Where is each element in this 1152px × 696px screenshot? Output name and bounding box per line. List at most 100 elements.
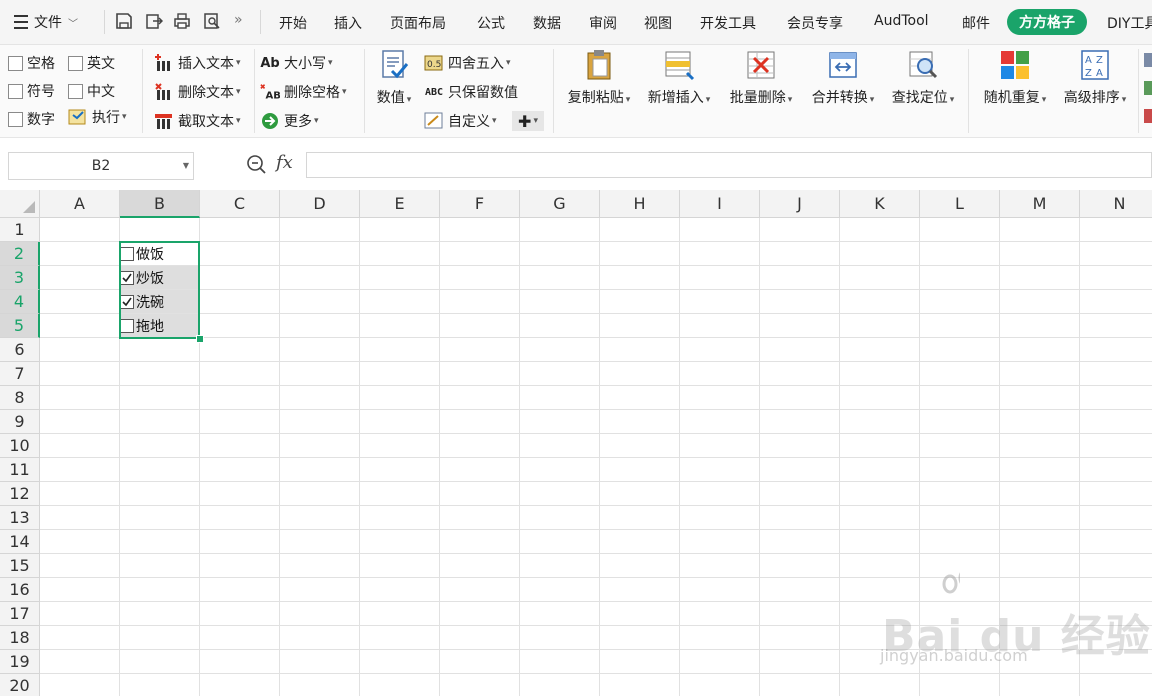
export-icon[interactable] <box>144 11 164 31</box>
advanced-sort-button[interactable]: AZZA 高级排序 ▾ <box>1058 49 1132 107</box>
column-header-j[interactable]: J <box>760 190 840 218</box>
custom-button[interactable]: 自定义 ▾ <box>424 111 497 131</box>
column-header-h[interactable]: H <box>600 190 680 218</box>
column-header-i[interactable]: I <box>680 190 760 218</box>
tab-view[interactable]: 视图 <box>644 13 672 33</box>
extract-text-button[interactable]: 截取文本 ▾ <box>154 111 241 131</box>
case-icon: Ab <box>260 55 280 71</box>
column-header-l[interactable]: L <box>920 190 1000 218</box>
task-checkbox[interactable] <box>120 294 134 309</box>
print-preview-icon[interactable] <box>202 11 222 31</box>
row-header[interactable]: 19 <box>0 650 40 674</box>
gridline <box>40 577 1152 578</box>
row-header[interactable]: 12 <box>0 482 40 506</box>
more-quick-access-icon[interactable]: » <box>234 12 243 28</box>
row-header[interactable]: 4 <box>0 290 40 314</box>
tab-audtool[interactable]: AudTool <box>874 13 929 29</box>
zoom-search-icon[interactable] <box>246 154 266 178</box>
checkbox-chinese[interactable]: 中文 <box>68 81 115 101</box>
copy-paste-button[interactable]: 复制粘贴 ▾ <box>562 49 636 107</box>
row-header[interactable]: 13 <box>0 506 40 530</box>
round-button[interactable]: 0.5 四舍五入 ▾ <box>424 53 511 73</box>
random-grid-icon <box>999 49 1031 81</box>
tab-diy-tools[interactable]: DIY工具 <box>1107 13 1152 33</box>
value-button[interactable]: 数值 ▾ <box>372 49 416 107</box>
column-header-f[interactable]: F <box>440 190 520 218</box>
tab-formulas[interactable]: 公式 <box>477 13 505 33</box>
tab-data[interactable]: 数据 <box>533 13 561 33</box>
select-all-corner[interactable] <box>0 190 40 218</box>
row-header[interactable]: 16 <box>0 578 40 602</box>
tab-developer[interactable]: 开发工具 <box>700 13 756 33</box>
column-header-d[interactable]: D <box>280 190 360 218</box>
random-repeat-button[interactable]: 随机重复 ▾ <box>978 49 1052 107</box>
keep-values-button[interactable]: ABC 只保留数值 <box>424 82 518 102</box>
row-header[interactable]: 20 <box>0 674 40 696</box>
delete-text-button[interactable]: 删除文本 ▾ <box>154 82 241 102</box>
column-header-e[interactable]: E <box>360 190 440 218</box>
tab-mail[interactable]: 邮件 <box>962 13 990 33</box>
tab-page-layout[interactable]: 页面布局 <box>390 13 446 33</box>
checkbox-english[interactable]: 英文 <box>68 53 115 73</box>
batch-delete-button[interactable]: 批量删除 ▾ <box>722 49 800 107</box>
task-cell[interactable]: 洗碗 <box>120 290 199 313</box>
row-header[interactable]: 10 <box>0 434 40 458</box>
row-header[interactable]: 8 <box>0 386 40 410</box>
row-header[interactable]: 9 <box>0 410 40 434</box>
new-insert-button[interactable]: 新增插入 ▾ <box>642 49 716 107</box>
tab-home[interactable]: 开始 <box>279 13 307 33</box>
row-header[interactable]: 15 <box>0 554 40 578</box>
column-header-k[interactable]: K <box>840 190 920 218</box>
gridline <box>40 505 1152 506</box>
checkbox-number[interactable]: 数字 <box>8 109 55 129</box>
save-icon[interactable] <box>114 11 134 31</box>
tab-fangfang-gezi[interactable]: 方方格子 <box>1007 9 1087 35</box>
row-header[interactable]: 5 <box>0 314 40 338</box>
remove-spaces-button[interactable]: AB 删除空格 ▾ <box>260 82 347 102</box>
remove-spaces-icon: AB <box>260 82 280 102</box>
task-checkbox[interactable] <box>120 270 134 285</box>
column-header-m[interactable]: M <box>1000 190 1080 218</box>
row-header[interactable]: 14 <box>0 530 40 554</box>
print-icon[interactable] <box>172 11 192 31</box>
checkbox-icon <box>8 55 23 71</box>
find-locate-button[interactable]: 查找定位 ▾ <box>886 49 960 107</box>
tab-member[interactable]: 会员专享 <box>787 13 843 33</box>
name-box[interactable]: B2 ▼ <box>8 152 194 180</box>
new-insert-label: 新增插入 <box>647 90 704 106</box>
column-header-b[interactable]: B <box>120 190 200 218</box>
checkbox-space[interactable]: 空格 <box>8 53 55 73</box>
checkbox-symbol[interactable]: 符号 <box>8 81 55 101</box>
row-header[interactable]: 3 <box>0 266 40 290</box>
row-header[interactable]: 6 <box>0 338 40 362</box>
insert-text-button[interactable]: 插入文本 ▾ <box>154 53 241 73</box>
case-button[interactable]: Ab 大小写 ▾ <box>260 53 332 73</box>
checkbox-icon <box>8 111 23 127</box>
add-button[interactable]: ✚ ▾ <box>512 111 544 131</box>
task-checkbox[interactable] <box>120 318 134 333</box>
row-header[interactable]: 7 <box>0 362 40 386</box>
row-header[interactable]: 17 <box>0 602 40 626</box>
fill-handle[interactable] <box>196 335 204 343</box>
row-header[interactable]: 1 <box>0 218 40 242</box>
row-header[interactable]: 18 <box>0 626 40 650</box>
function-icon[interactable]: fx <box>276 152 293 173</box>
file-menu[interactable]: 文件 ﹀ <box>14 12 78 32</box>
row-header[interactable]: 11 <box>0 458 40 482</box>
column-header-c[interactable]: C <box>200 190 280 218</box>
execute-button[interactable]: 执行 ▾ <box>68 107 127 127</box>
column-header-g[interactable]: G <box>520 190 600 218</box>
task-cell[interactable]: 做饭 <box>120 242 199 265</box>
task-cell[interactable]: 拖地 <box>120 314 199 337</box>
tab-review[interactable]: 审阅 <box>589 13 617 33</box>
more-button[interactable]: 更多 ▾ <box>260 111 319 131</box>
find-locate-label: 查找定位 <box>891 90 948 106</box>
column-header-a[interactable]: A <box>40 190 120 218</box>
task-checkbox[interactable] <box>120 246 134 261</box>
formula-input[interactable] <box>306 152 1152 178</box>
column-header-n[interactable]: N <box>1080 190 1152 218</box>
merge-convert-button[interactable]: 合并转换 ▾ <box>806 49 880 107</box>
row-header[interactable]: 2 <box>0 242 40 266</box>
task-cell[interactable]: 炒饭 <box>120 266 199 289</box>
tab-insert[interactable]: 插入 <box>334 13 362 33</box>
